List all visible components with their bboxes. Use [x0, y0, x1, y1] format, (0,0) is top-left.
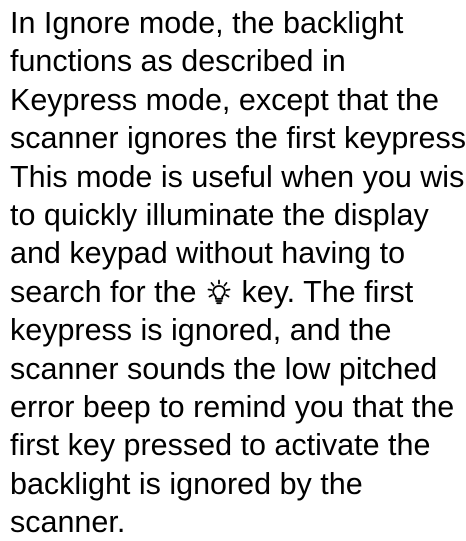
text-line: first key pressed to activate the — [10, 428, 431, 463]
text-line: error beep to remind you that the — [10, 389, 455, 424]
text-line: scanner ignores the first keypress. — [10, 121, 466, 156]
text-fragment: key. The first — [241, 274, 414, 309]
text-line: backlight is ignored by the — [10, 466, 363, 501]
text-line: to quickly illuminate the display — [10, 197, 429, 232]
text-line: keypress is ignored, and the — [10, 313, 392, 348]
text-line: functions as described in — [10, 44, 346, 79]
text-fragment: search for the — [10, 274, 197, 309]
text-line: scanner. — [10, 505, 126, 540]
text-line: and keypad without having to — [10, 236, 406, 271]
ignore-mode-paragraph: In Ignore mode, the backlight functions … — [10, 4, 466, 541]
text-line: In Ignore mode, the backlight — [10, 6, 404, 40]
text-line: This mode is useful when you wish — [10, 159, 466, 194]
text-line: scanner sounds the low pitched — [10, 351, 438, 386]
manual-page: In Ignore mode, the backlight functions … — [10, 4, 466, 541]
text-line-with-icon: search for the key. The first — [10, 273, 466, 311]
backlight-bulb-icon — [206, 276, 232, 304]
text-line: Keypress mode, except that the — [10, 82, 439, 117]
